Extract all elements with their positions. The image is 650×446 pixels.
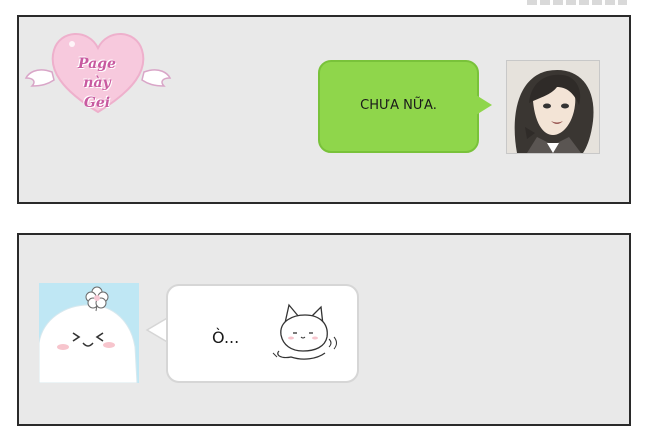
- avatar-girl: [506, 60, 600, 154]
- cat-sticker-icon: [272, 303, 337, 360]
- bubble-tail-right: [476, 95, 492, 115]
- girl-portrait-icon: [507, 61, 599, 153]
- top-edge-fragment: [527, 0, 627, 5]
- chat-bubble-sent: CHƯA NỮA.: [318, 60, 479, 153]
- chat-message-text: Ò...: [212, 328, 240, 347]
- avatar-blob: [39, 283, 139, 383]
- logo-text-line: này: [83, 75, 111, 91]
- logo-text-line: Page: [78, 56, 116, 72]
- blob-character-icon: [39, 283, 139, 383]
- logo-text-line: Gei: [83, 95, 111, 111]
- chat-message-text: CHƯA NỮA.: [360, 98, 437, 113]
- watermark-logo: Page này Gei: [22, 20, 172, 120]
- chat-bubble-received: Ò...: [166, 284, 359, 383]
